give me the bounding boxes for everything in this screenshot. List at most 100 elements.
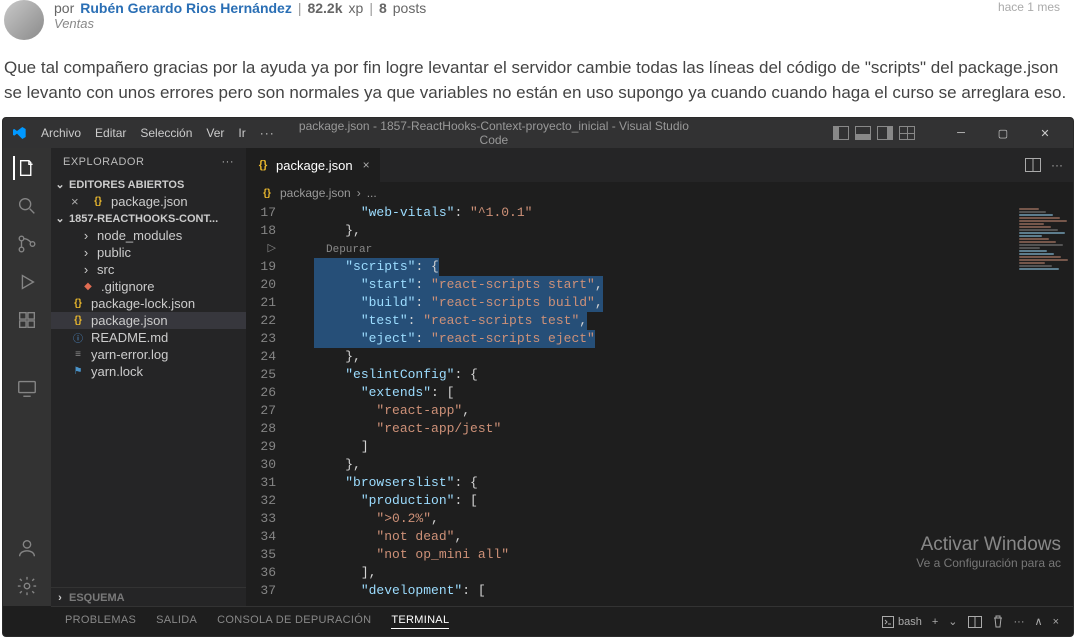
open-editors-section[interactable]: ⌄ EDITORES ABIERTOS	[51, 176, 246, 193]
source-control-icon[interactable]	[15, 232, 39, 256]
menu-editar[interactable]: Editar	[95, 126, 126, 140]
code-line[interactable]: "react-app/jest"	[290, 420, 1073, 438]
code-line[interactable]: "development": [	[290, 582, 1073, 600]
code-line[interactable]: "browserslist": {	[290, 474, 1073, 492]
project-section[interactable]: ⌄ 1857-REACTHOOKS-CONT...	[51, 210, 246, 227]
code-line[interactable]: "production": [	[290, 492, 1073, 510]
code-line[interactable]: "scripts": {	[290, 258, 1073, 276]
time-ago: hace 1 mes	[998, 0, 1060, 14]
layout-left-icon[interactable]	[833, 126, 849, 140]
line-number: 30	[246, 456, 276, 474]
code-line[interactable]: "react-app",	[290, 402, 1073, 420]
minimap-line	[1019, 220, 1067, 222]
file-tree-item[interactable]: ›node_modules	[51, 227, 246, 244]
menu-ir[interactable]: Ir	[238, 126, 245, 140]
file-tree-item[interactable]: {}package-lock.json	[51, 295, 246, 312]
file-tree-item[interactable]: ◆.gitignore	[51, 278, 246, 295]
run-debug-icon[interactable]	[15, 270, 39, 294]
code-line[interactable]: "start": "react-scripts start",	[290, 276, 1073, 294]
close-panel-icon[interactable]: ×	[1053, 616, 1059, 628]
line-number: 23	[246, 330, 276, 348]
maximize-panel-icon[interactable]: ∧	[1035, 615, 1043, 628]
file-tree-item[interactable]: ›public	[51, 244, 246, 261]
code-line[interactable]: "web-vitals": "^1.0.1"	[290, 204, 1073, 222]
text-file-icon: ≡	[71, 348, 85, 362]
editor-tab[interactable]: {} package.json ×	[246, 148, 381, 182]
explorer-more-icon[interactable]: ···	[222, 156, 235, 168]
maximize-button[interactable]: ▢	[983, 119, 1023, 147]
breadcrumb[interactable]: {} package.json › ...	[246, 182, 1073, 204]
layout-icons	[833, 126, 915, 140]
panel-tab-consola-de-depuración[interactable]: CONSOLA DE DEPURACIÓN	[217, 614, 371, 629]
menu-archivo[interactable]: Archivo	[41, 126, 81, 140]
code-line[interactable]: ">0.2%",	[290, 510, 1073, 528]
line-number: 33	[246, 510, 276, 528]
settings-gear-icon[interactable]	[15, 574, 39, 598]
code-line[interactable]: "extends": [	[290, 384, 1073, 402]
line-number: 20	[246, 276, 276, 294]
file-tree-item[interactable]: ⓘREADME.md	[51, 329, 246, 346]
code-line[interactable]: "test": "react-scripts test",	[290, 312, 1073, 330]
chevron-right-icon: ›	[81, 245, 91, 260]
line-number: 19	[246, 258, 276, 276]
close-tab-icon[interactable]: ×	[363, 158, 370, 172]
code-line[interactable]: "build": "react-scripts build",	[290, 294, 1073, 312]
kill-terminal-icon[interactable]	[992, 615, 1004, 628]
panel-more-icon[interactable]: ···	[1014, 616, 1025, 628]
menu-ver[interactable]: Ver	[206, 126, 224, 140]
search-icon[interactable]	[15, 194, 39, 218]
json-file-icon: {}	[71, 297, 85, 311]
menu-selección[interactable]: Selección	[140, 126, 192, 140]
layout-grid-icon[interactable]	[899, 126, 915, 140]
outline-section[interactable]: › ESQUEMA	[51, 587, 246, 606]
explorer-title: EXPLORADOR	[63, 156, 144, 168]
file-tree-item[interactable]: ›src	[51, 261, 246, 278]
line-number: 24	[246, 348, 276, 366]
debug-run-icon[interactable]: ▷	[268, 240, 276, 258]
window-title: package.json - 1857-ReactHooks-Context-p…	[289, 119, 819, 147]
code-line[interactable]: ]	[290, 438, 1073, 456]
remote-icon[interactable]	[15, 376, 39, 400]
panel-tab-salida[interactable]: SALIDA	[156, 614, 197, 629]
line-number: 36	[246, 564, 276, 582]
more-actions-icon[interactable]: ···	[1051, 158, 1063, 172]
code-line[interactable]: },	[290, 222, 1073, 240]
avatar[interactable]	[4, 0, 44, 40]
panel-tab-problemas[interactable]: PROBLEMAS	[65, 614, 136, 629]
author-link[interactable]: Rubén Gerardo Rios Hernández	[80, 0, 292, 16]
minimap-line	[1019, 256, 1061, 258]
minimize-button[interactable]: ─	[941, 119, 981, 147]
minimap-line	[1019, 229, 1058, 231]
editor-tabs: {} package.json × ···	[246, 148, 1073, 182]
file-tree-item[interactable]: {}package.json	[51, 312, 246, 329]
accounts-icon[interactable]	[15, 536, 39, 560]
menu-more[interactable]: ···	[260, 126, 275, 140]
layout-right-icon[interactable]	[877, 126, 893, 140]
code-line[interactable]: "eject": "react-scripts eject"	[290, 330, 1073, 348]
posts-count: 8	[379, 0, 387, 16]
close-window-button[interactable]: ✕	[1025, 119, 1065, 147]
close-icon[interactable]: ×	[71, 194, 85, 209]
file-tree-item[interactable]: ≡yarn-error.log	[51, 346, 246, 363]
new-terminal-icon[interactable]: +	[932, 616, 938, 628]
code-line[interactable]: },	[290, 348, 1073, 366]
minimap-line	[1019, 241, 1056, 243]
by-label: por	[54, 0, 74, 16]
file-tree-item[interactable]: ⚑yarn.lock	[51, 363, 246, 380]
minimap-line	[1019, 259, 1068, 261]
code-line[interactable]: },	[290, 456, 1073, 474]
terminal-dropdown-icon[interactable]: ⌄	[948, 615, 957, 628]
code-line[interactable]: "eslintConfig": {	[290, 366, 1073, 384]
panel-tab-terminal[interactable]: TERMINAL	[391, 614, 449, 629]
extensions-icon[interactable]	[15, 308, 39, 332]
split-editor-icon[interactable]	[1025, 158, 1041, 172]
explorer-icon[interactable]	[13, 156, 39, 180]
layout-bottom-icon[interactable]	[855, 126, 871, 140]
minimap-line	[1019, 208, 1039, 210]
terminal-shell-icon[interactable]: bash	[882, 616, 922, 628]
author-role: Ventas	[54, 16, 426, 31]
debug-codelens[interactable]: Depurar	[326, 244, 372, 256]
minimap-line	[1019, 265, 1052, 267]
split-terminal-icon[interactable]	[968, 616, 982, 628]
open-editor-item[interactable]: × {} package.json	[51, 193, 246, 210]
